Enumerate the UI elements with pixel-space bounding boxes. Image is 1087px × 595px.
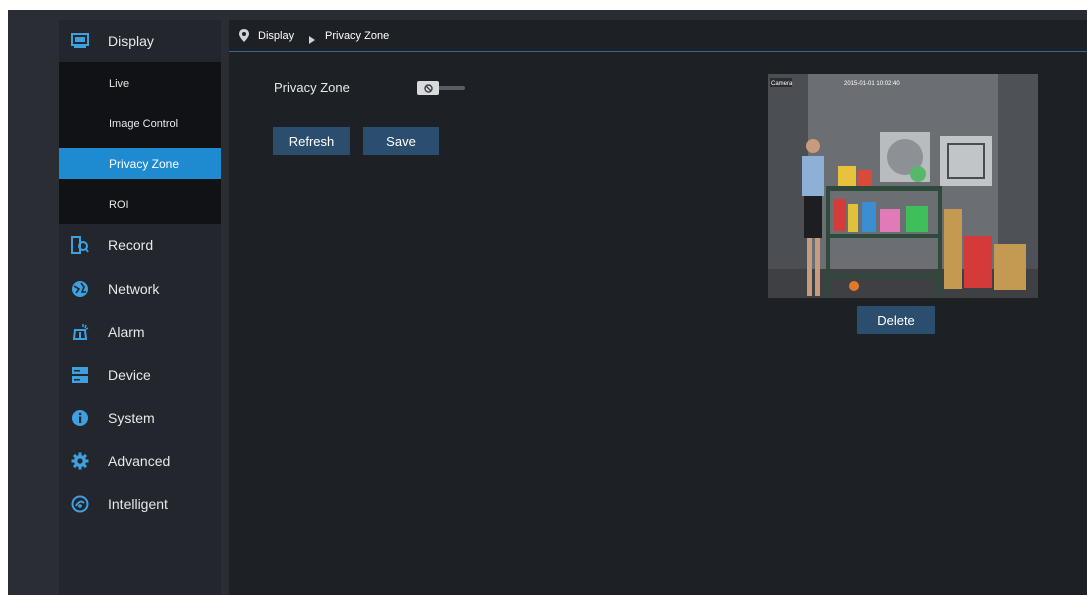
sidebar-item-label: Device <box>108 367 151 383</box>
camera-preview-image: Camera 2015-01-01 10:02:40 <box>768 74 1038 298</box>
submenu-item-image-control[interactable]: Image Control <box>59 108 221 139</box>
breadcrumb: Display Privacy Zone <box>229 20 1087 52</box>
privacy-zone-toggle[interactable] <box>417 81 467 95</box>
submenu-item-live[interactable]: Live <box>59 68 221 99</box>
preview-channel-label: Camera <box>771 81 793 87</box>
disabled-icon <box>423 83 433 93</box>
sidebar-item-record[interactable]: Record <box>59 224 221 266</box>
submenu-item-label: Image Control <box>109 117 179 130</box>
breadcrumb-parent[interactable]: Display <box>258 30 294 42</box>
delete-button[interactable]: Delete <box>857 306 935 334</box>
sidebar-item-label: Alarm <box>108 324 145 340</box>
sidebar-item-display[interactable]: Display <box>59 20 221 62</box>
sidebar-item-label: Network <box>108 281 160 297</box>
record-search-icon <box>71 236 89 254</box>
sidebar-item-system[interactable]: System <box>59 397 221 439</box>
breadcrumb-current: Privacy Zone <box>325 29 390 42</box>
sidebar-item-label: Record <box>108 237 154 253</box>
monitor-icon <box>71 32 89 50</box>
main-content: Display Privacy Zone Privacy Zone Refres… <box>229 20 1087 595</box>
sidebar-item-label: Intelligent <box>108 496 168 512</box>
toggle-knob <box>417 81 439 95</box>
intelligent-icon <box>71 495 89 513</box>
submenu-item-roi[interactable]: ROI <box>59 189 221 220</box>
location-pin-icon <box>239 29 249 47</box>
sidebar-item-label: Display <box>108 33 154 49</box>
sidebar-item-alarm[interactable]: Alarm <box>59 311 221 353</box>
sidebar: Display Live Image Control Privacy Zone … <box>59 20 221 595</box>
info-icon <box>71 409 89 427</box>
network-globe-icon <box>71 280 89 298</box>
breadcrumb-arrow-icon <box>309 31 315 49</box>
alarm-icon <box>71 323 89 341</box>
submenu-item-label: ROI <box>109 198 129 211</box>
preview-timestamp: 2015-01-01 10:02:40 <box>844 81 900 87</box>
submenu-item-label: Live <box>109 77 130 90</box>
sidebar-item-label: Advanced <box>108 453 171 469</box>
sidebar-item-intelligent[interactable]: Intelligent <box>59 483 221 525</box>
device-storage-icon <box>71 366 89 384</box>
submenu-item-label: Privacy Zone <box>109 156 180 171</box>
sidebar-item-device[interactable]: Device <box>59 354 221 396</box>
save-button[interactable]: Save <box>363 127 439 155</box>
sidebar-item-label: System <box>108 410 155 426</box>
camera-preview[interactable]: Camera 2015-01-01 10:02:40 <box>768 74 1038 298</box>
refresh-button[interactable]: Refresh <box>273 127 350 155</box>
privacy-zone-label: Privacy Zone <box>274 80 350 95</box>
sidebar-item-network[interactable]: Network <box>59 268 221 310</box>
gear-icon <box>71 452 89 470</box>
sidebar-item-advanced[interactable]: Advanced <box>59 440 221 482</box>
submenu-item-privacy-zone[interactable]: Privacy Zone <box>59 148 221 179</box>
display-submenu: Live Image Control Privacy Zone ROI <box>59 62 221 224</box>
